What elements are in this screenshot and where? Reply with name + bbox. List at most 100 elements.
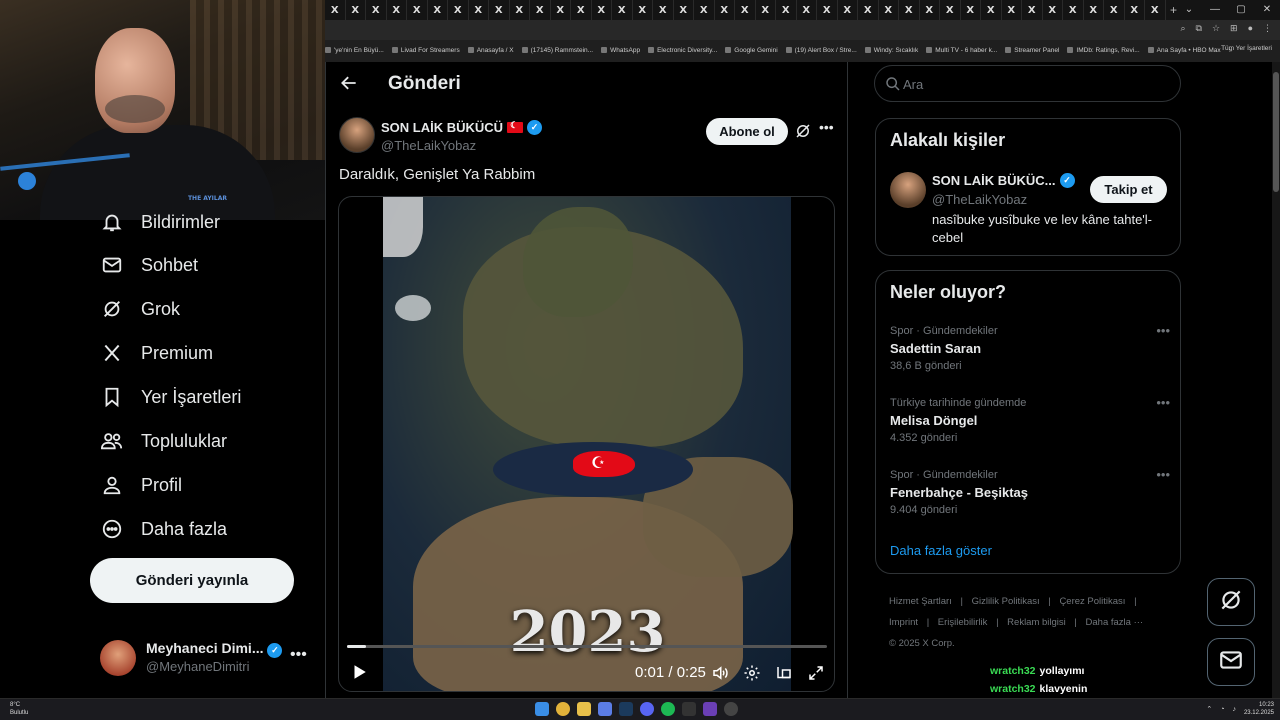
trend-item[interactable]: Spor · Gündemdekiler Sadettin Saran 38,6… bbox=[890, 323, 1170, 372]
browser-tab[interactable]: X bbox=[551, 0, 571, 20]
bookmark-item[interactable]: Multi TV - 6 haber k... bbox=[926, 47, 997, 54]
bookmark-item[interactable]: IMDb: Ratings, Revi... bbox=[1067, 47, 1140, 54]
browser-tab[interactable]: X bbox=[633, 0, 653, 20]
nav-item-grok[interactable]: Grok bbox=[100, 294, 180, 324]
messages-fab-button[interactable] bbox=[1207, 638, 1255, 686]
browser-tab[interactable]: X bbox=[899, 0, 920, 20]
trend-item[interactable]: Türkiye tarihinde gündemde Melisa Döngel… bbox=[890, 395, 1170, 444]
browser-tab[interactable]: X bbox=[735, 0, 756, 20]
epic-games-icon[interactable] bbox=[682, 702, 696, 716]
address-bar-row[interactable]: ⌕ ⧉ ☆ ⊞ ● ⋮ bbox=[325, 20, 1280, 40]
streaming-app-icon[interactable] bbox=[703, 702, 717, 716]
browser-tab[interactable]: X bbox=[674, 0, 694, 20]
post-button[interactable]: Gönderi yayınla bbox=[90, 558, 294, 603]
browser-tab[interactable]: X bbox=[858, 0, 879, 20]
browser-tab[interactable]: X bbox=[1043, 0, 1063, 20]
related-avatar[interactable] bbox=[890, 172, 926, 208]
footer-link[interactable]: Çerez Politikası bbox=[1059, 596, 1125, 607]
bookmark-item[interactable]: (17145) Rammstein... bbox=[521, 47, 593, 54]
browser-tab[interactable]: X bbox=[571, 0, 592, 20]
wifi-icon[interactable]: ◔ bbox=[1220, 706, 1224, 713]
picture-in-picture-icon[interactable] bbox=[775, 664, 793, 682]
search-box[interactable] bbox=[874, 65, 1181, 102]
footer-link[interactable]: Gizlilik Politikası bbox=[972, 596, 1040, 607]
browser-tab[interactable]: X bbox=[1022, 0, 1043, 20]
browser-tab[interactable]: X bbox=[387, 0, 407, 20]
bookmark-item[interactable]: Anasayfa / X bbox=[467, 47, 514, 54]
file-explorer-icon[interactable] bbox=[577, 702, 591, 716]
browser-tab[interactable]: X bbox=[653, 0, 674, 20]
trend-more-icon[interactable]: ••• bbox=[1156, 395, 1170, 410]
bookmark-item[interactable]: Google Gemini bbox=[725, 47, 778, 54]
bookmark-item[interactable]: Windy: Sıcaklık bbox=[864, 47, 918, 54]
browser-tab[interactable]: X bbox=[756, 0, 776, 20]
browser-tab[interactable]: X bbox=[592, 0, 612, 20]
menu-icon[interactable]: ⋮ bbox=[1263, 23, 1272, 34]
maximize-button[interactable]: ▢ bbox=[1228, 0, 1254, 20]
footer-link[interactable]: Reklam bilgisi bbox=[1007, 617, 1066, 628]
cast-icon[interactable]: ⧉ bbox=[1196, 23, 1202, 34]
browser-tab[interactable]: X bbox=[1002, 0, 1022, 20]
nav-item-notifications[interactable]: Bildirimler bbox=[100, 207, 220, 237]
profile-icon-browser[interactable]: ● bbox=[1248, 23, 1253, 34]
extensions-icon[interactable]: ⊞ bbox=[1230, 23, 1238, 34]
nav-item-profile[interactable]: Profil bbox=[100, 470, 182, 500]
browser-tab[interactable]: X bbox=[325, 0, 346, 20]
browser-tab[interactable]: X bbox=[981, 0, 1002, 20]
bookmark-item[interactable]: (19) Alert Box / Stre... bbox=[785, 47, 857, 54]
bookmark-item[interactable]: WhatsApp bbox=[601, 47, 640, 54]
browser-tab[interactable]: X bbox=[1084, 0, 1104, 20]
tray-chevron-icon[interactable]: ⌃ bbox=[1206, 705, 1212, 713]
browser-tab[interactable]: X bbox=[776, 0, 797, 20]
bookmark-item[interactable]: Ana Sayfa • HBO Max bbox=[1147, 47, 1221, 54]
close-window-button[interactable]: ✕ bbox=[1254, 0, 1280, 20]
browser-tab[interactable]: X bbox=[817, 0, 838, 20]
gear-icon[interactable] bbox=[743, 664, 761, 682]
search-input[interactable] bbox=[903, 72, 1163, 96]
subscribe-button[interactable]: Abone ol bbox=[706, 118, 788, 145]
footer-link[interactable]: Hizmet Şartları bbox=[889, 596, 952, 607]
nav-item-communities[interactable]: Topluluklar bbox=[100, 426, 227, 456]
app-icon[interactable] bbox=[598, 702, 612, 716]
browser-tab[interactable]: X bbox=[510, 0, 530, 20]
zoom-icon[interactable]: ⌕ bbox=[1180, 23, 1185, 34]
bookmark-item[interactable]: Electronic Diversity... bbox=[648, 47, 717, 54]
bookmark-item[interactable]: Streamer Panel bbox=[1005, 47, 1059, 54]
bookmark-item[interactable]: Livad For Streamers bbox=[391, 47, 460, 54]
browser-tab[interactable]: X bbox=[346, 0, 366, 20]
back-arrow-icon[interactable] bbox=[339, 73, 359, 93]
follow-button[interactable]: Takip et bbox=[1090, 176, 1167, 203]
chrome-icon[interactable] bbox=[556, 702, 570, 716]
volume-icon[interactable] bbox=[711, 664, 729, 682]
author-name[interactable]: SON LAİK BÜKÜCÜ ✓ bbox=[381, 120, 543, 135]
browser-tab[interactable]: X bbox=[879, 0, 899, 20]
post-more-icon[interactable]: ••• bbox=[819, 119, 834, 135]
browser-tab[interactable]: X bbox=[961, 0, 981, 20]
trend-more-icon[interactable]: ••• bbox=[1156, 323, 1170, 338]
browser-tab[interactable]: X bbox=[1125, 0, 1145, 20]
browser-tab[interactable]: X bbox=[407, 0, 428, 20]
trend-more-icon[interactable]: ••• bbox=[1156, 467, 1170, 482]
nav-item-chat[interactable]: Sohbet bbox=[100, 250, 198, 280]
star-icon[interactable]: ☆ bbox=[1212, 23, 1220, 34]
windows-start-icon[interactable] bbox=[535, 702, 549, 716]
browser-tab[interactable]: X bbox=[612, 0, 633, 20]
browser-tab[interactable]: X bbox=[940, 0, 961, 20]
nav-item-premium[interactable]: Premium bbox=[100, 338, 213, 368]
browser-tab[interactable]: X bbox=[530, 0, 551, 20]
show-more-link[interactable]: Daha fazla göster bbox=[890, 543, 992, 558]
footer-link[interactable]: Imprint bbox=[889, 617, 918, 628]
browser-tab[interactable]: X bbox=[694, 0, 715, 20]
browser-tab[interactable]: X bbox=[1104, 0, 1125, 20]
spotify-icon[interactable] bbox=[661, 702, 675, 716]
trend-item[interactable]: Spor · Gündemdekiler Fenerbahçe - Beşikt… bbox=[890, 467, 1170, 516]
discord-icon[interactable] bbox=[640, 702, 654, 716]
browser-tab[interactable]: X bbox=[920, 0, 940, 20]
fullscreen-icon[interactable] bbox=[807, 664, 825, 682]
minimize-button[interactable]: — bbox=[1202, 0, 1228, 20]
browser-tab[interactable]: X bbox=[489, 0, 510, 20]
all-bookmarks-link[interactable]: Tüm Yer İşaretleri bbox=[1221, 45, 1272, 52]
browser-tab[interactable]: X bbox=[366, 0, 387, 20]
browser-tab[interactable]: X bbox=[1063, 0, 1084, 20]
related-name[interactable]: SON LAİK BÜKÜC... ✓ bbox=[932, 173, 1075, 188]
